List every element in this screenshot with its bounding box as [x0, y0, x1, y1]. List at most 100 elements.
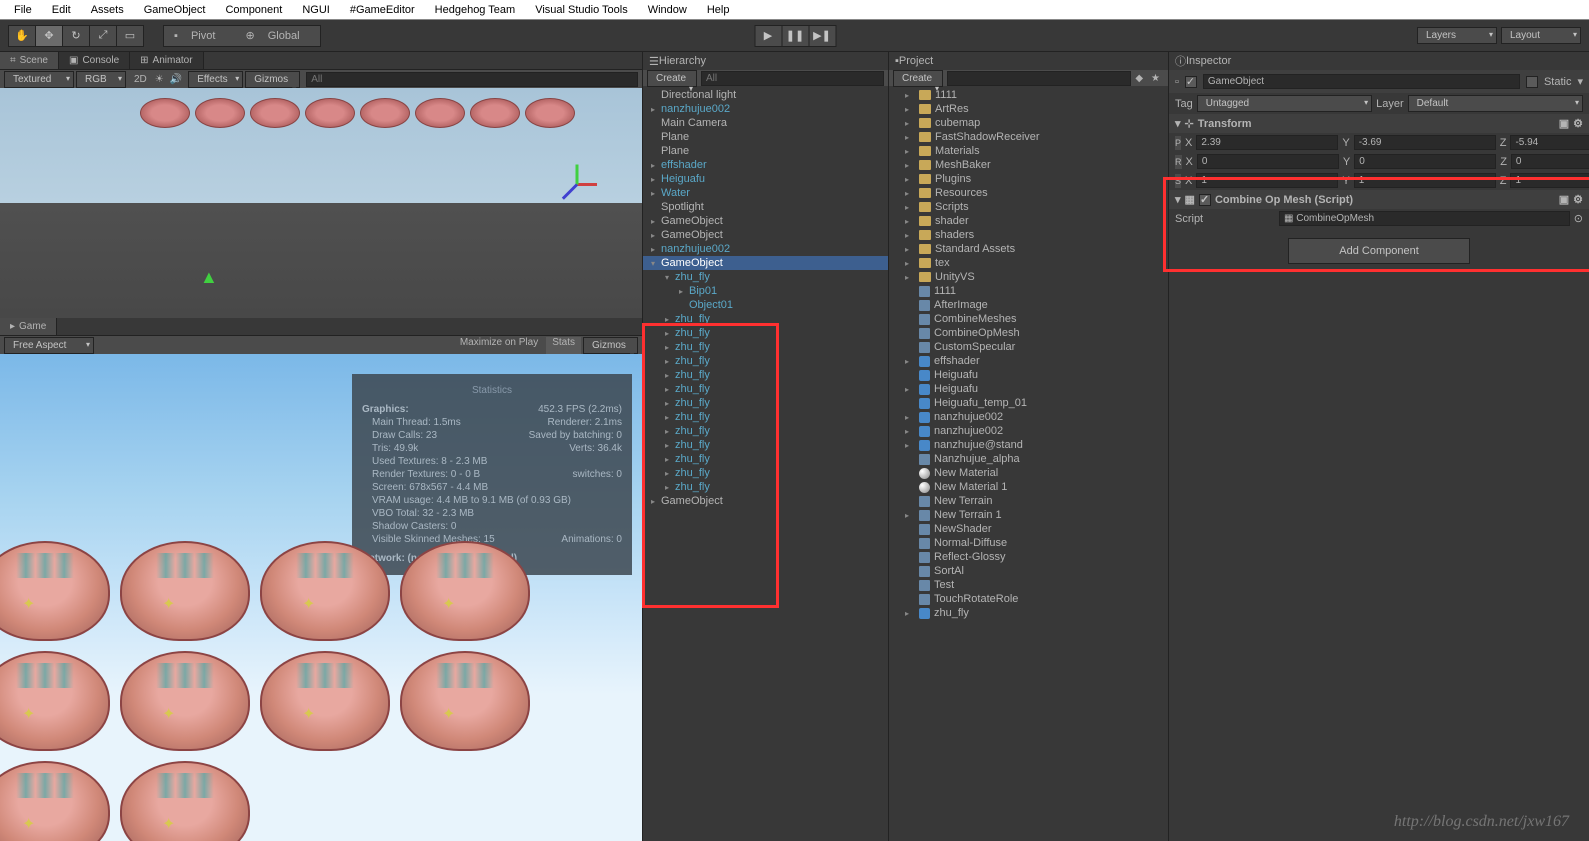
hierarchy-item[interactable]: ▸zhu_fly: [643, 326, 888, 340]
hierarchy-item[interactable]: ▾GameObject: [643, 256, 888, 270]
move-tool[interactable]: ✥: [35, 25, 63, 47]
game-gizmos[interactable]: Gizmos: [583, 337, 638, 354]
rotate-tool[interactable]: ↻: [62, 25, 90, 47]
scale-y[interactable]: [1354, 173, 1496, 188]
static-checkbox[interactable]: [1526, 76, 1538, 88]
project-item[interactable]: TouchRotateRole: [889, 592, 1168, 606]
hierarchy-item[interactable]: ▸effshader: [643, 158, 888, 172]
project-item[interactable]: Heiguafu_temp_01: [889, 396, 1168, 410]
transform-header[interactable]: ▾ ⊹ Transform ▣ ⚙: [1169, 114, 1589, 133]
hierarchy-item[interactable]: Spotlight: [643, 200, 888, 214]
gizmos-dropdown[interactable]: Gizmos: [245, 71, 300, 88]
layer-dropdown[interactable]: Default: [1408, 95, 1583, 112]
hierarchy-create[interactable]: Create: [647, 70, 697, 87]
menu-ngui[interactable]: NGUI: [292, 2, 340, 18]
transform-help-icon[interactable]: ▣: [1559, 117, 1569, 130]
scene-gizmo[interactable]: [552, 158, 602, 208]
hierarchy-item[interactable]: Plane: [643, 130, 888, 144]
rot-z[interactable]: [1511, 154, 1589, 169]
hierarchy-item[interactable]: ▸zhu_fly: [643, 438, 888, 452]
hierarchy-item[interactable]: ▸nanzhujue002: [643, 102, 888, 116]
project-create[interactable]: Create: [893, 70, 943, 87]
project-item[interactable]: ▸New Terrain 1: [889, 508, 1168, 522]
project-item[interactable]: CombineOpMesh: [889, 326, 1168, 340]
project-item[interactable]: ▸effshader: [889, 354, 1168, 368]
project-item[interactable]: 1111: [889, 284, 1168, 298]
hierarchy-item[interactable]: ▸Water: [643, 186, 888, 200]
hierarchy-item[interactable]: ▸zhu_fly: [643, 410, 888, 424]
project-item[interactable]: SortAl: [889, 564, 1168, 578]
menu-gameobject[interactable]: GameObject: [134, 2, 216, 18]
transform-menu-icon[interactable]: ⚙: [1573, 117, 1583, 130]
menu-assets[interactable]: Assets: [81, 2, 134, 18]
project-item[interactable]: Normal-Diffuse: [889, 536, 1168, 550]
project-item[interactable]: NewShader: [889, 522, 1168, 536]
project-item[interactable]: AfterImage: [889, 298, 1168, 312]
menu-window[interactable]: Window: [638, 2, 697, 18]
hierarchy-item[interactable]: ▸zhu_fly: [643, 354, 888, 368]
project-item[interactable]: ▸tex: [889, 256, 1168, 270]
project-item[interactable]: ▸nanzhujue002: [889, 424, 1168, 438]
pos-z[interactable]: [1510, 135, 1589, 150]
project-item[interactable]: ▸shaders: [889, 228, 1168, 242]
script-enabled[interactable]: [1199, 194, 1211, 206]
animator-tab[interactable]: ⊞Animator: [130, 52, 203, 69]
rect-tool[interactable]: ▭: [116, 25, 144, 47]
hierarchy-item[interactable]: ▸zhu_fly: [643, 480, 888, 494]
audio-toggle[interactable]: 🔊: [166, 74, 186, 85]
hierarchy-item[interactable]: Main Camera: [643, 116, 888, 130]
project-item[interactable]: ▸Scripts: [889, 200, 1168, 214]
stats-toggle[interactable]: Stats: [546, 337, 581, 354]
project-item[interactable]: ▸Resources: [889, 186, 1168, 200]
hierarchy-item[interactable]: ▸zhu_fly: [643, 396, 888, 410]
hierarchy-item[interactable]: ▸zhu_fly: [643, 452, 888, 466]
layers-dropdown[interactable]: Layers: [1417, 27, 1497, 44]
render-mode[interactable]: RGB: [76, 71, 126, 88]
2d-toggle[interactable]: 2D: [128, 74, 153, 85]
project-star-icon[interactable]: ★: [1147, 73, 1164, 84]
project-item[interactable]: ▸ArtRes: [889, 102, 1168, 116]
script-foldout-icon[interactable]: ▾: [1175, 193, 1181, 206]
pos-x[interactable]: [1196, 135, 1338, 150]
hierarchy-item[interactable]: ▸zhu_fly: [643, 382, 888, 396]
transform-foldout-icon[interactable]: ▾: [1175, 117, 1181, 130]
script-help-icon[interactable]: ▣: [1559, 193, 1569, 206]
script-component-header[interactable]: ▾ ▦ Combine Op Mesh (Script) ▣ ⚙: [1169, 190, 1589, 209]
project-item[interactable]: CustomSpecular: [889, 340, 1168, 354]
project-item[interactable]: ▸Standard Assets: [889, 242, 1168, 256]
hierarchy-item[interactable]: Directional light: [643, 88, 888, 102]
project-item[interactable]: ▸Heiguafu: [889, 382, 1168, 396]
project-item[interactable]: ▸nanzhujue@stand: [889, 438, 1168, 452]
hierarchy-item[interactable]: ▸zhu_fly: [643, 466, 888, 480]
project-item[interactable]: ▸UnityVS: [889, 270, 1168, 284]
scale-x[interactable]: [1196, 173, 1338, 188]
hierarchy-item[interactable]: ▸GameObject: [643, 494, 888, 508]
console-tab[interactable]: ▣Console: [59, 52, 130, 69]
hierarchy-item[interactable]: ▸GameObject: [643, 228, 888, 242]
project-item[interactable]: ▸shader: [889, 214, 1168, 228]
scale-tool[interactable]: ⤢: [89, 25, 117, 47]
project-item[interactable]: ▸nanzhujue002: [889, 410, 1168, 424]
maximize-toggle[interactable]: Maximize on Play: [454, 337, 544, 354]
hierarchy-item[interactable]: ▸Bip01: [643, 284, 888, 298]
script-field[interactable]: ▦ CombineOpMesh: [1279, 211, 1570, 226]
gameobject-active[interactable]: [1185, 76, 1197, 88]
project-item[interactable]: ▸FastShadowReceiver: [889, 130, 1168, 144]
project-item[interactable]: Nanzhujue_alpha: [889, 452, 1168, 466]
hierarchy-item[interactable]: ▸zhu_fly: [643, 312, 888, 326]
hierarchy-item[interactable]: ▸zhu_fly: [643, 368, 888, 382]
project-item[interactable]: ▸Materials: [889, 144, 1168, 158]
project-item[interactable]: New Material: [889, 466, 1168, 480]
game-tab[interactable]: ▸Game: [0, 318, 57, 335]
project-item[interactable]: CombineMeshes: [889, 312, 1168, 326]
scene-view[interactable]: ▲: [0, 88, 642, 318]
menu-hedgehogteam[interactable]: Hedgehog Team: [425, 2, 526, 18]
hierarchy-item[interactable]: Object01: [643, 298, 888, 312]
game-view[interactable]: Statistics Graphics:452.3 FPS (2.2ms) Ma…: [0, 354, 642, 841]
hierarchy-item[interactable]: ▾zhu_fly: [643, 270, 888, 284]
rot-x[interactable]: [1197, 154, 1339, 169]
tag-dropdown[interactable]: Untagged: [1197, 95, 1372, 112]
rot-y[interactable]: [1354, 154, 1496, 169]
project-item[interactable]: ▸1111: [889, 88, 1168, 102]
scene-search[interactable]: [306, 72, 638, 87]
